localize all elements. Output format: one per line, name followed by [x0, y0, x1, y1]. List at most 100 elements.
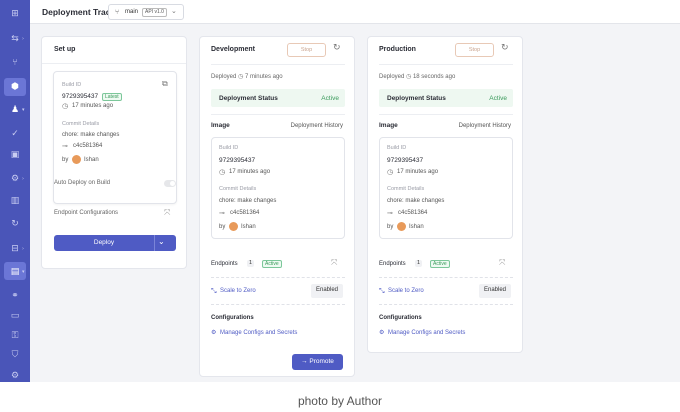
by-label: by: [219, 224, 226, 230]
build-id: 9729395437: [387, 157, 424, 164]
image-heading: Image: [379, 122, 398, 129]
commit-hash: c4c581364: [73, 143, 103, 149]
latest-badge: Latest: [102, 93, 122, 101]
endpoints-count: 1: [247, 260, 255, 267]
link-icon[interactable]: ⚭: [8, 290, 22, 302]
auto-deploy-label: Auto Deploy on Build: [54, 180, 111, 186]
scale-icon: ⤡: [379, 287, 385, 295]
doc-icon[interactable]: ▭: [8, 310, 22, 322]
chevron-down-icon[interactable]: ⌄: [158, 237, 165, 246]
build-time: 17 minutes ago: [397, 169, 439, 175]
flow-icon[interactable]: ⑂: [8, 57, 22, 69]
build-id-label: Build ID: [62, 82, 82, 88]
status-label: Deployment Status: [219, 95, 278, 102]
route-icon[interactable]: ⇆: [8, 33, 22, 45]
commit-icon: ⊸: [219, 209, 225, 217]
by-label: by: [62, 157, 69, 163]
stop-button[interactable]: Stop: [287, 43, 326, 57]
avatar: [397, 222, 406, 231]
setup-title: Set up: [54, 46, 76, 53]
clock-icon: ◷: [406, 73, 412, 80]
deployed-label: Deployed ◷ 7 minutes ago: [211, 73, 283, 80]
chevron-down-icon: ⌄: [171, 7, 177, 15]
chart-icon[interactable]: ▥: [8, 195, 22, 207]
commit-details-label: Commit Details: [62, 121, 100, 127]
settings-icon: ⚙: [379, 329, 385, 336]
edit-icon[interactable]: ⧉: [162, 79, 168, 89]
history-icon[interactable]: ↻: [8, 218, 22, 230]
status-badge: Active: [489, 95, 507, 102]
configurations-heading: Configurations: [379, 315, 422, 321]
manage-configs-link[interactable]: Manage Configs and Secrets: [388, 330, 465, 336]
build-card[interactable]: Build ID 9729395437 ◷ 17 minutes ago Com…: [211, 137, 345, 239]
build-id-label: Build ID: [219, 145, 239, 151]
check-icon[interactable]: ✓: [8, 128, 22, 140]
environment-name: Development: [211, 46, 255, 53]
divider: [211, 114, 345, 115]
manage-configs-link[interactable]: Manage Configs and Secrets: [220, 330, 297, 336]
deployment-history-link[interactable]: Deployment History: [459, 123, 511, 129]
stop-label: Stop: [468, 47, 481, 53]
clock-icon: ◷: [238, 73, 244, 80]
commit-details-label: Commit Details: [387, 186, 425, 192]
stop-label: Stop: [300, 47, 313, 53]
commit-icon: ⊸: [387, 209, 393, 217]
divider: [42, 63, 186, 64]
chevron-down-icon: ▾: [22, 107, 25, 113]
scale-to-zero-label[interactable]: Scale to Zero: [220, 288, 256, 294]
commit-message: chore: make changes: [219, 198, 277, 204]
endpoints-count: 1: [415, 260, 423, 267]
box-icon[interactable]: ▣: [8, 149, 22, 161]
branch-tag: API v1.0: [142, 8, 167, 17]
deploy-icon[interactable]: ⬢: [8, 81, 22, 93]
network-icon[interactable]: ⊟: [8, 243, 22, 255]
clock-icon: ◷: [387, 168, 394, 176]
arrow-right-icon: →: [301, 358, 308, 365]
commit-message: chore: make changes: [62, 132, 120, 138]
key-icon[interactable]: ⚿: [8, 330, 22, 342]
refresh-icon[interactable]: ↻: [333, 43, 341, 53]
grid-icon[interactable]: ⊞: [8, 8, 22, 20]
branch-selector[interactable]: ⑂ main API v1.0 ⌄: [108, 4, 184, 20]
scale-to-zero-label[interactable]: Scale to Zero: [388, 288, 424, 294]
disconnect-icon[interactable]: ⤧: [331, 258, 337, 268]
commit-icon: ⊸: [62, 142, 68, 150]
deployment-status-bar: Deployment Status Active: [211, 89, 345, 107]
disconnect-icon[interactable]: ⤧: [164, 208, 170, 218]
refresh-icon[interactable]: ↻: [501, 43, 509, 53]
scale-to-zero-toggle[interactable]: Enabled: [311, 284, 343, 298]
clock-icon: ◷: [62, 102, 69, 110]
user-icon[interactable]: ♟: [8, 104, 22, 116]
scale-to-zero-value: Enabled: [483, 287, 507, 293]
endpoint-config-label[interactable]: Endpoint Configurations: [54, 210, 118, 216]
commit-message: chore: make changes: [387, 198, 445, 204]
gear-icon[interactable]: ⚙: [8, 370, 22, 382]
scale-icon: ⤡: [211, 287, 217, 295]
scale-to-zero-toggle[interactable]: Enabled: [479, 284, 511, 298]
stack-icon[interactable]: ▤: [8, 266, 22, 278]
divider: [379, 64, 513, 65]
status-badge: Active: [321, 95, 339, 102]
author-name: Ishan: [241, 224, 256, 230]
build-time: 17 minutes ago: [229, 169, 271, 175]
status-label: Deployment Status: [387, 95, 446, 102]
deployed-label: Deployed ◷ 18 seconds ago: [379, 73, 456, 80]
disconnect-icon[interactable]: ⤧: [499, 258, 505, 268]
build-id: 9729395437: [62, 93, 99, 100]
settings-icon: ⚙: [211, 329, 217, 336]
build-card[interactable]: Build ID 9729395437 ◷ 17 minutes ago Com…: [379, 137, 513, 239]
endpoints-label: Endpoints: [211, 261, 238, 267]
shield-icon[interactable]: ⛉: [8, 349, 22, 361]
promote-button[interactable]: → Promote: [292, 354, 343, 370]
promote-label: → Promote: [301, 358, 334, 365]
auto-deploy-toggle[interactable]: [164, 180, 176, 187]
deployment-history-link[interactable]: Deployment History: [291, 123, 343, 129]
settings-icon[interactable]: ⚙: [8, 173, 22, 185]
stop-button[interactable]: Stop: [455, 43, 494, 57]
deployment-status-bar: Deployment Status Active: [379, 89, 513, 107]
deploy-button[interactable]: Deploy ⌄: [54, 235, 176, 251]
divider: [379, 277, 513, 278]
environment-card-production: Production Stop ↻ Deployed ◷ 18 seconds …: [367, 36, 523, 353]
branch-icon: ⑂: [115, 8, 120, 16]
image-caption: photo by Author: [297, 394, 383, 408]
